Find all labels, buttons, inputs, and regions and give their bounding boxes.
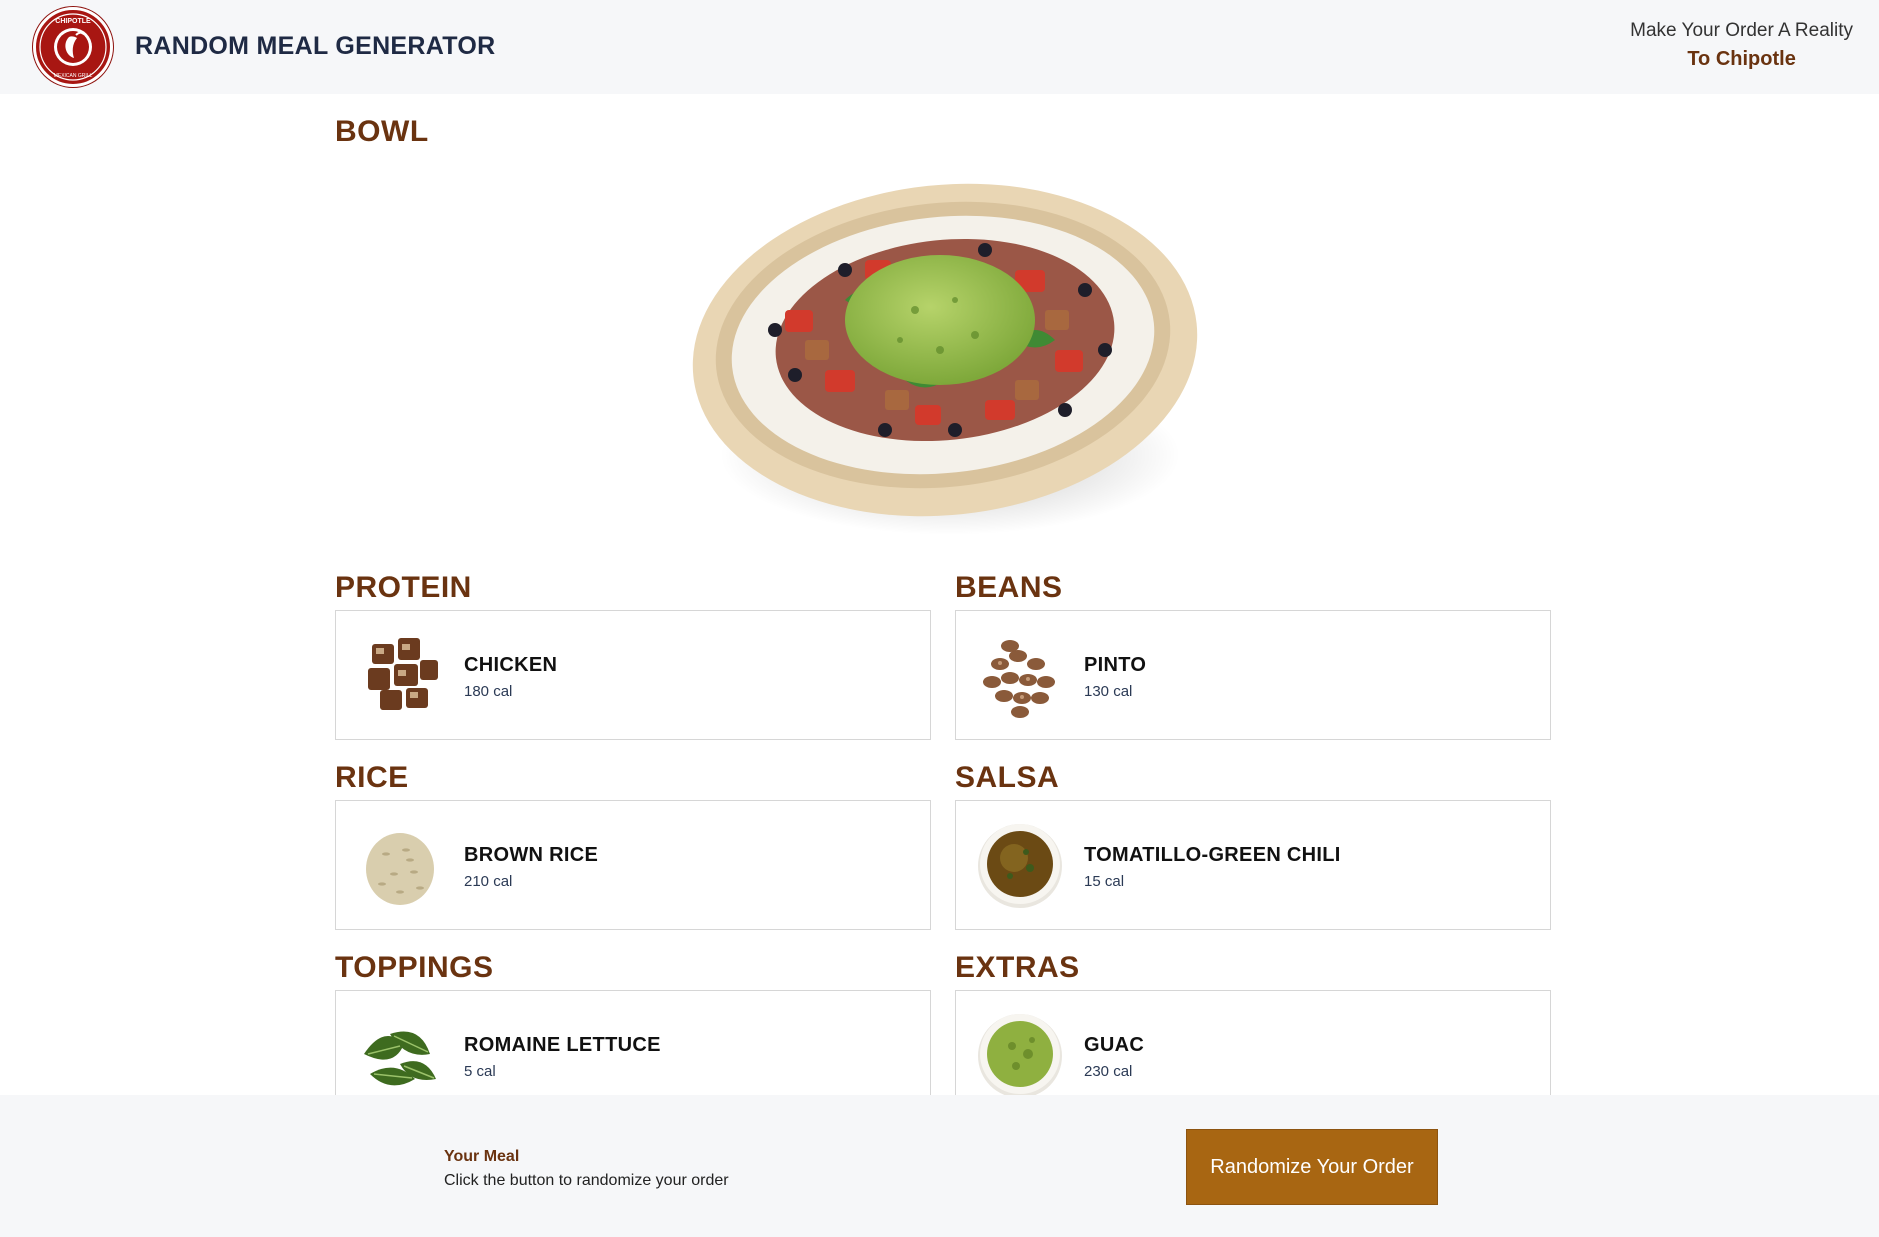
protein-heading: PROTEIN (335, 571, 472, 604)
bowl-image (692, 183, 1198, 535)
salsa-card[interactable]: TOMATILLO-GREEN CHILI 15 cal (955, 800, 1551, 930)
beans-calories: 130 cal (1084, 683, 1133, 700)
top-header: CHIPOTLE MEXICAN GRILL RANDOM MEAL GENER… (0, 0, 1879, 94)
salsa-bowl-icon (978, 824, 1062, 908)
protein-calories: 180 cal (464, 683, 513, 700)
salsa-name: TOMATILLO-GREEN CHILI (1084, 844, 1341, 866)
toppings-name: ROMAINE LETTUCE (464, 1034, 661, 1056)
cta-tagline: Make Your Order A Reality (1630, 20, 1853, 41)
guac-bowl-icon (978, 1014, 1062, 1098)
site-title: RANDOM MEAL GENERATOR (135, 32, 496, 60)
order-cta: Make Your Order A Reality To Chipotle (1630, 20, 1853, 71)
your-meal-label: Your Meal (444, 1148, 520, 1165)
chicken-icon (368, 638, 438, 710)
toppings-calories: 5 cal (464, 1063, 496, 1080)
rice-card[interactable]: BROWN RICE 210 cal (335, 800, 931, 930)
beans-heading: BEANS (955, 571, 1063, 604)
extras-heading: EXTRAS (955, 951, 1080, 984)
chipotle-link[interactable]: To Chipotle (1630, 48, 1853, 71)
brown-rice-icon (366, 833, 434, 905)
randomize-order-button[interactable]: Randomize Your Order (1186, 1129, 1438, 1205)
svg-text:MEXICAN GRILL: MEXICAN GRILL (54, 73, 93, 79)
beans-name: PINTO (1084, 654, 1147, 676)
extras-calories: 230 cal (1084, 1063, 1133, 1080)
salsa-heading: SALSA (955, 761, 1060, 794)
salsa-calories: 15 cal (1084, 873, 1125, 890)
protein-card[interactable]: CHICKEN 180 cal (335, 610, 931, 740)
your-meal-hint: Click the button to randomize your order (444, 1172, 729, 1189)
pinto-beans-icon (983, 640, 1055, 718)
bowl-heading: BOWL (335, 115, 429, 148)
toppings-heading: TOPPINGS (335, 951, 494, 984)
beans-card[interactable]: PINTO 130 cal (955, 610, 1551, 740)
svg-text:CHIPOTLE: CHIPOTLE (55, 18, 91, 25)
rice-calories: 210 cal (464, 873, 513, 890)
lettuce-icon (364, 1031, 436, 1086)
bottom-bar: Your Meal Click the button to randomize … (0, 1095, 1879, 1237)
rice-name: BROWN RICE (464, 844, 599, 866)
rice-heading: RICE (335, 761, 409, 794)
protein-name: CHICKEN (464, 654, 558, 676)
chipotle-logo[interactable]: CHIPOTLE MEXICAN GRILL (33, 7, 113, 87)
extras-name: GUAC (1084, 1034, 1145, 1056)
